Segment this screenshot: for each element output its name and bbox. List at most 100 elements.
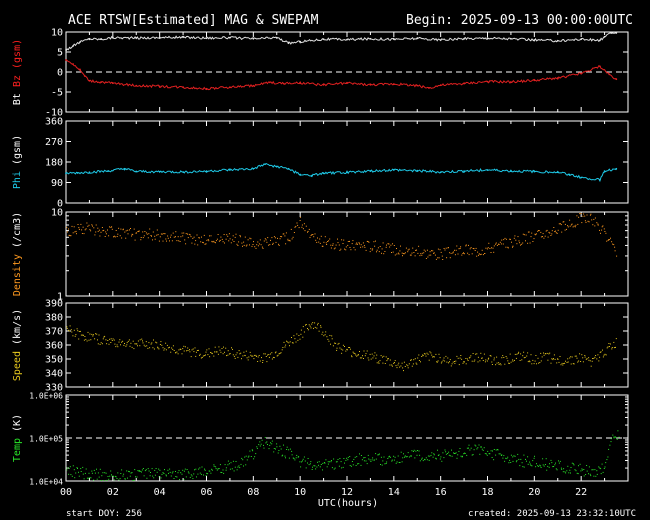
data-point <box>544 235 546 237</box>
data-point <box>505 356 507 357</box>
data-point <box>421 252 423 254</box>
data-point <box>118 479 120 481</box>
data-point <box>420 361 421 363</box>
data-point <box>346 349 348 351</box>
data-point <box>264 238 266 240</box>
data-point <box>447 453 449 454</box>
data-point <box>600 232 601 234</box>
data-point <box>299 216 301 218</box>
data-point <box>373 241 375 243</box>
data-point <box>518 458 520 460</box>
data-point <box>307 230 309 232</box>
data-point <box>274 237 276 239</box>
data-point <box>556 469 558 471</box>
data-point <box>327 461 329 463</box>
data-point <box>204 243 206 245</box>
data-point <box>143 235 145 237</box>
data-point <box>136 232 137 234</box>
x-tick-label: 00 <box>60 487 72 498</box>
data-point <box>286 340 287 342</box>
data-point <box>84 472 86 474</box>
data-point <box>281 236 283 238</box>
data-point <box>479 254 481 256</box>
data-point <box>227 354 229 356</box>
data-point <box>158 85 161 88</box>
data-point <box>424 459 426 461</box>
data-point <box>410 455 412 457</box>
data-point <box>293 232 295 233</box>
data-point <box>152 231 154 233</box>
data-point <box>346 38 348 41</box>
data-point <box>364 457 366 458</box>
data-point <box>199 354 201 356</box>
data-point <box>416 363 418 365</box>
data-point <box>241 242 243 244</box>
data-point <box>320 325 322 327</box>
data-point <box>227 464 229 466</box>
data-point <box>374 245 376 247</box>
data-point <box>509 353 511 355</box>
data-point <box>336 347 338 349</box>
data-point <box>402 255 403 257</box>
data-point <box>358 242 360 244</box>
data-point <box>223 234 225 235</box>
data-point <box>246 244 248 246</box>
data-point <box>159 344 161 345</box>
data-point <box>231 468 233 470</box>
data-point <box>158 240 160 242</box>
data-point <box>342 466 344 468</box>
data-point <box>165 342 167 344</box>
data-point <box>346 171 348 174</box>
data-point <box>263 240 265 242</box>
data-point <box>562 471 564 473</box>
data-point <box>86 477 88 479</box>
data-point <box>407 249 409 251</box>
data-point <box>282 454 284 456</box>
data-point <box>553 466 555 467</box>
data-point <box>545 353 547 355</box>
data-point <box>141 471 142 473</box>
data-point <box>550 235 552 236</box>
data-point <box>127 477 128 479</box>
data-point <box>242 459 244 461</box>
data-point <box>69 466 71 468</box>
data-point <box>215 468 217 470</box>
data-point <box>440 251 442 253</box>
data-point <box>106 343 108 345</box>
data-point <box>351 461 353 462</box>
data-point <box>350 249 352 251</box>
data-point <box>496 362 498 364</box>
data-point <box>468 447 469 449</box>
x-tick-label: 06 <box>200 487 212 498</box>
data-point <box>522 242 524 244</box>
data-point <box>386 461 388 463</box>
data-point <box>527 352 529 354</box>
data-point <box>391 365 393 367</box>
data-point <box>355 243 357 245</box>
data-point <box>80 468 82 470</box>
data-point <box>130 472 132 474</box>
data-point <box>493 245 495 247</box>
data-point <box>68 467 70 469</box>
data-point <box>610 237 611 239</box>
data-point <box>228 463 230 465</box>
data-point <box>185 233 187 235</box>
data-point <box>499 363 501 365</box>
data-point <box>426 352 428 354</box>
data-point <box>206 472 208 474</box>
data-point <box>314 326 316 328</box>
data-point <box>127 233 129 235</box>
data-point <box>496 244 498 246</box>
data-point <box>182 235 184 237</box>
data-point <box>599 356 601 358</box>
data-point <box>134 469 136 471</box>
data-point <box>129 229 130 231</box>
data-point <box>357 463 358 465</box>
data-point <box>505 457 507 459</box>
data-point <box>550 362 552 364</box>
data-point <box>426 459 428 461</box>
data-point <box>211 241 213 243</box>
data-point <box>221 348 223 349</box>
data-point <box>81 229 83 231</box>
data-point <box>156 471 158 473</box>
